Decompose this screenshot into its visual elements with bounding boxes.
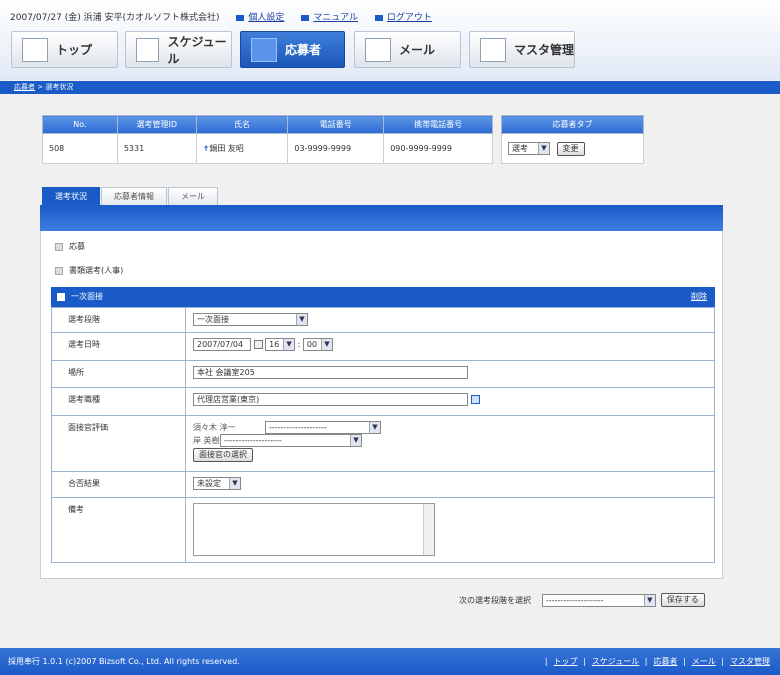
footer-link-mail[interactable]: メール: [692, 657, 716, 666]
footer-link-schedule[interactable]: スケジュール: [592, 657, 639, 666]
minute-select[interactable]: 00 ▼: [302, 338, 333, 351]
nav-applicants-button[interactable]: 応募者: [240, 31, 345, 68]
interviewer-eval-select[interactable]: -------------------- ▼: [265, 421, 381, 434]
applicant-type-box: 応募者タブ 選考 ▼ 変更: [501, 115, 644, 164]
section-document-screening[interactable]: 書類選考(人事): [51, 260, 715, 282]
choose-interviewer-button[interactable]: 面接官の選択: [193, 448, 253, 462]
nav-schedule-button[interactable]: スケジュール: [125, 31, 232, 68]
interviewer-row: 須々木 淳一 -------------------- ▼: [193, 421, 714, 434]
calendar-icon: [136, 37, 160, 62]
tab-applicant-info[interactable]: 応募者情報: [101, 187, 167, 205]
header: 2007/07/27 (金) 浜浦 安平(カオルソフト株式会社) 個人設定 マニ…: [0, 0, 780, 80]
nav-mail-button[interactable]: メール: [354, 31, 461, 68]
calendar-picker-icon[interactable]: [253, 340, 263, 349]
next-stage-area: 次の選考段階を選択 -------------------- ▼ 保存する: [459, 593, 705, 607]
tab-header-band: [40, 205, 723, 231]
note-textarea[interactable]: [193, 503, 435, 556]
interviewer-eval-select[interactable]: -------------------- ▼: [220, 434, 362, 447]
applicant-mobile: 090-9999-9999: [383, 133, 493, 164]
people-icon: [251, 37, 277, 62]
next-stage-label: 次の選考段階を選択: [459, 595, 531, 605]
chevron-down-icon: ▼: [350, 435, 361, 446]
stage-select[interactable]: 一次面接 ▼: [193, 313, 308, 326]
tools-icon: [480, 37, 506, 62]
result-select[interactable]: 未設定 ▼: [193, 477, 241, 490]
applicant-table: No. 選考管理ID 氏名 電話番号 携帯電話番号 508 5331 ✝鍋田 友…: [42, 115, 493, 164]
chevron-down-icon: ▼: [643, 594, 655, 606]
scrollbar[interactable]: [423, 504, 434, 555]
nav-master-button[interactable]: マスタ管理: [469, 31, 575, 68]
expand-icon: [55, 266, 63, 275]
interview-form: 選考段階 一次面接 ▼ 選考日時 2007/07/04 16 ▼ : 00 ▼ 場所 …: [51, 307, 715, 563]
section-application[interactable]: 応募: [51, 236, 715, 258]
lookup-icon[interactable]: [470, 395, 480, 404]
tab-selection-status[interactable]: 選考状況: [42, 187, 100, 205]
bullet-icon: [374, 14, 383, 21]
breadcrumb-applicants-link[interactable]: 応募者: [14, 83, 35, 91]
applicant-no: 508: [42, 133, 118, 164]
footer-link-top[interactable]: トップ: [554, 657, 578, 666]
place-input[interactable]: 本社 会議室205: [193, 366, 468, 379]
org-chart-icon: [22, 37, 48, 62]
section-first-interview[interactable]: 一次面接 削除: [51, 287, 715, 307]
interviewer-row: 岸 英樹 -------------------- ▼: [193, 434, 714, 447]
expand-icon: [55, 242, 63, 251]
delete-link[interactable]: 削除: [691, 287, 707, 307]
footer: 採用奉行 1.0.1 (c)2007 Bizsoft Co., Ltd. All…: [0, 648, 780, 675]
tab-bar: 選考状況 応募者情報 メール: [42, 187, 219, 205]
nav-top-button[interactable]: トップ: [11, 31, 118, 68]
applicant-id: 5331: [116, 133, 197, 164]
selection-panel: 応募 書類選考(人事) 一次面接 削除 選考段階 一次面接 ▼ 選考日時 2007…: [40, 231, 723, 579]
footer-link-master[interactable]: マスタ管理: [730, 657, 770, 666]
bullet-icon: [301, 14, 310, 21]
change-button[interactable]: 変更: [556, 141, 585, 156]
applicant-type-select[interactable]: 選考 ▼: [508, 142, 550, 155]
collapse-icon: [57, 292, 65, 301]
breadcrumb-current: 選考状況: [45, 83, 74, 91]
chevron-down-icon: ▼: [283, 339, 295, 350]
save-button[interactable]: 保存する: [660, 593, 705, 607]
applicant-name[interactable]: ✝鍋田 友昭: [195, 133, 289, 164]
bullet-icon: [236, 14, 245, 21]
chevron-down-icon: ▼: [369, 422, 380, 433]
footer-link-applicants[interactable]: 応募者: [654, 657, 678, 666]
tab-mail[interactable]: メール: [168, 187, 218, 205]
hour-select[interactable]: 16 ▼: [265, 338, 296, 351]
personal-settings-link[interactable]: 個人設定: [236, 13, 284, 23]
next-stage-select[interactable]: -------------------- ▼: [541, 593, 656, 607]
chevron-down-icon: ▼: [320, 339, 332, 350]
job-type-input[interactable]: 代理店営業(東京): [193, 393, 468, 406]
breadcrumb: 応募者 > 選考状況: [0, 81, 780, 94]
logout-link[interactable]: ログアウト: [374, 13, 432, 23]
applicant-phone: 03-9999-9999: [287, 133, 385, 164]
user-info-bar: 2007/07/27 (金) 浜浦 安平(カオルソフト株式会社) 個人設定 マニ…: [10, 10, 432, 23]
footer-links: | トップ | スケジュール | 応募者 | メール | マスタ管理: [544, 657, 770, 666]
copyright-text: 採用奉行 1.0.1 (c)2007 Bizsoft Co., Ltd. All…: [8, 657, 240, 666]
manual-link[interactable]: マニュアル: [301, 13, 358, 23]
chevron-down-icon: ▼: [229, 478, 240, 489]
chevron-down-icon: ▼: [538, 143, 549, 154]
envelope-icon: [365, 37, 391, 62]
date-input[interactable]: 2007/07/04: [193, 338, 251, 351]
date-user-text: 2007/07/27 (金) 浜浦 安平(カオルソフト株式会社): [10, 13, 220, 23]
chevron-down-icon: ▼: [296, 314, 307, 325]
